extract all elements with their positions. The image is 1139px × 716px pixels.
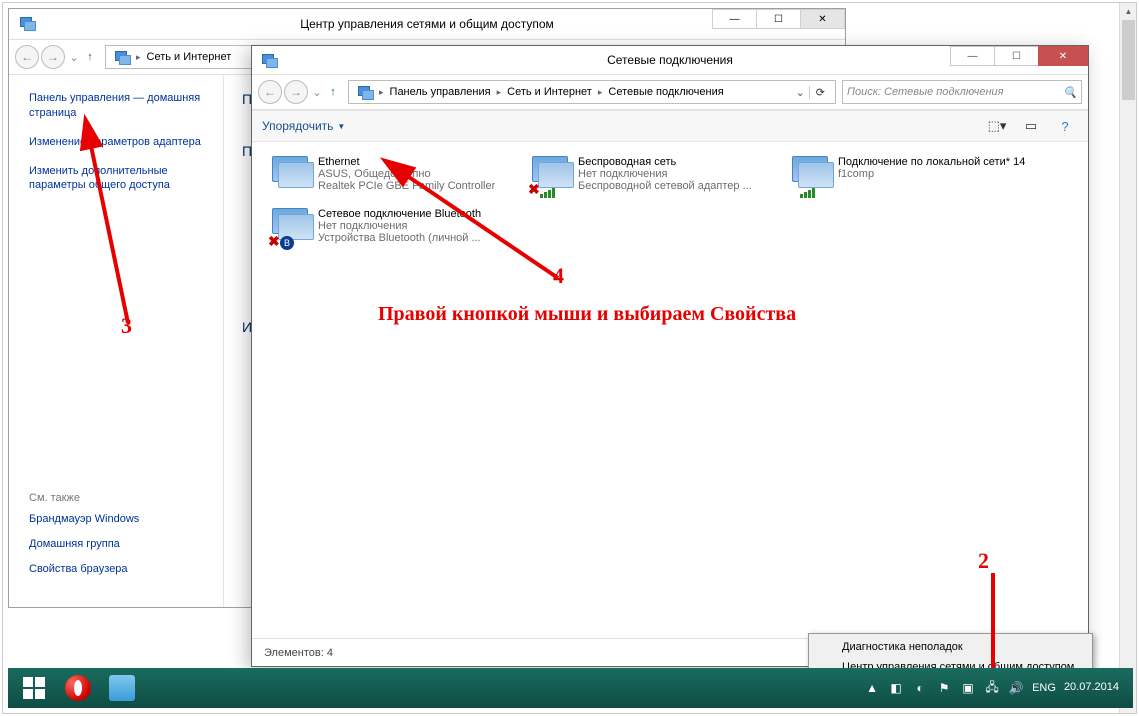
connections-area: Ethernet ASUS, Общедоступно Realtek PCIe… <box>252 142 1088 262</box>
minimize-button[interactable]: — <box>712 9 757 29</box>
breadcrumb-segment[interactable]: Сеть и Интернет <box>143 51 236 63</box>
tray-date: 20.07.2014 <box>1064 681 1119 694</box>
scroll-up-icon[interactable]: ▲ <box>1120 3 1137 20</box>
app-icon <box>109 675 135 701</box>
sidebar-adapter-settings[interactable]: Изменение параметров адаптера <box>29 135 213 150</box>
chevron-down-icon: ▼ <box>337 122 345 131</box>
breadcrumb-icon <box>114 49 130 65</box>
chevron-right-icon: ▸ <box>134 52 143 63</box>
tray-volume-icon[interactable]: 🔊 <box>1008 680 1024 696</box>
tray-clock[interactable]: 20.07.2014 <box>1064 681 1119 694</box>
connection-lan14[interactable]: Подключение по локальной сети* 14 f1comp <box>786 152 1036 200</box>
tray-network-icon[interactable]: 🖧 <box>984 680 1000 696</box>
search-input[interactable]: Поиск: Сетевые подключения 🔍 <box>842 80 1082 104</box>
close-button[interactable]: ✕ <box>800 9 845 29</box>
maximize-button[interactable]: ☐ <box>756 9 801 29</box>
disconnected-icon: ✖ <box>268 233 280 250</box>
wifi-icon: ✖ <box>530 156 570 196</box>
search-icon: 🔍 <box>1063 86 1077 99</box>
chevron-right-icon: ▸ <box>596 87 605 98</box>
opera-icon <box>65 675 91 701</box>
start-button[interactable] <box>14 672 54 704</box>
connection-status: Нет подключения <box>578 168 752 180</box>
help-button[interactable]: ? <box>1052 115 1078 137</box>
connection-name: Беспроводная сеть <box>578 156 752 168</box>
item-count: Элементов: 4 <box>264 647 333 659</box>
network-center-icon <box>19 15 35 31</box>
sidebar-control-panel-home[interactable]: Панель управления — домашняя страница <box>29 91 213 121</box>
windows-logo-icon <box>23 677 45 699</box>
up-button[interactable]: ↑ <box>81 51 99 63</box>
ethernet-icon <box>270 156 310 196</box>
network-connections-icon <box>261 52 277 68</box>
taskbar: ▲ ◧ ◐ ⚑ ▣ 🖧 🔊 ENG 20.07.2014 <box>8 668 1133 708</box>
back-button[interactable]: ← <box>258 80 282 104</box>
search-placeholder: Поиск: Сетевые подключения <box>847 86 1004 98</box>
taskbar-opera[interactable] <box>58 672 98 704</box>
page-scrollbar[interactable]: ▲ ▼ <box>1119 3 1136 713</box>
system-tray: ▲ ◧ ◐ ⚑ ▣ 🖧 🔊 ENG 20.07.2014 <box>864 680 1127 696</box>
tray-language[interactable]: ENG <box>1032 682 1056 694</box>
connection-name: Сетевое подключение Bluetooth <box>318 208 481 220</box>
recent-dropdown-icon[interactable]: ⌄ <box>67 51 81 64</box>
taskbar-app[interactable] <box>102 672 142 704</box>
connection-ethernet[interactable]: Ethernet ASUS, Общедоступно Realtek PCIe… <box>266 152 516 200</box>
win1-titlebar[interactable]: Центр управления сетями и общим доступом… <box>9 9 845 39</box>
organize-menu[interactable]: Упорядочить ▼ <box>262 119 345 133</box>
chevron-right-icon: ▸ <box>377 87 386 98</box>
sidebar-sharing-settings[interactable]: Изменить дополнительные параметры общего… <box>29 164 213 194</box>
tray-expand-icon[interactable]: ▲ <box>864 680 880 696</box>
connection-device: Realtek PCIe GBE Family Controller <box>318 180 495 192</box>
win2-titlebar[interactable]: Сетевые подключения — ☐ ✕ <box>252 46 1088 74</box>
close-button[interactable]: ✕ <box>1038 46 1088 66</box>
win1-title: Центр управления сетями и общим доступом <box>300 17 554 31</box>
sidebar-firewall[interactable]: Брандмауэр Windows <box>29 512 224 527</box>
refresh-button[interactable]: ⟳ <box>809 86 831 99</box>
bt-badge-icon: B <box>280 236 294 250</box>
win1-sidebar: Панель управления — домашняя страница Из… <box>9 75 224 607</box>
breadcrumb-segment[interactable]: Сетевые подключения <box>604 86 727 98</box>
command-bar: Упорядочить ▼ ⬚▾ ▭ ? <box>252 110 1088 142</box>
breadcrumb-segment[interactable]: Сеть и Интернет <box>503 86 596 98</box>
connection-device: Устройства Bluetooth (личной ... <box>318 232 481 244</box>
address-dropdown-icon[interactable]: ⌄ <box>792 86 809 99</box>
minimize-button[interactable]: — <box>950 46 995 66</box>
forward-button[interactable]: → <box>284 80 308 104</box>
maximize-button[interactable]: ☐ <box>994 46 1039 66</box>
disconnected-icon: ✖ <box>528 181 540 198</box>
bluetooth-icon: ✖ B <box>270 208 310 248</box>
menu-diagnose[interactable]: Диагностика неполадок <box>812 637 1089 657</box>
up-button[interactable]: ↑ <box>324 86 342 98</box>
chevron-right-icon: ▸ <box>495 87 504 98</box>
sidebar-browser-props[interactable]: Свойства браузера <box>29 562 224 577</box>
connection-status: Нет подключения <box>318 220 481 232</box>
forward-button[interactable]: → <box>41 45 65 69</box>
connection-bluetooth[interactable]: ✖ B Сетевое подключение Bluetooth Нет по… <box>266 204 516 252</box>
breadcrumb-icon <box>357 84 373 100</box>
recent-dropdown-icon[interactable]: ⌄ <box>310 86 324 99</box>
lan-icon <box>790 156 830 196</box>
see-also-header: См. также <box>29 492 224 504</box>
connection-device: f1comp <box>838 168 1025 180</box>
organize-label: Упорядочить <box>262 119 333 133</box>
preview-pane-button[interactable]: ▭ <box>1018 115 1044 137</box>
tray-app-icon[interactable]: ◐ <box>912 680 928 696</box>
back-button[interactable]: ← <box>15 45 39 69</box>
connection-wifi[interactable]: ✖ Беспроводная сеть Нет подключения Бесп… <box>526 152 776 200</box>
connection-name: Подключение по локальной сети* 14 <box>838 156 1025 168</box>
tray-security-icon[interactable]: ▣ <box>960 680 976 696</box>
win2-address-row: ← → ⌄ ↑ ▸ Панель управления ▸ Сеть и Инт… <box>252 74 1088 110</box>
connection-device: Беспроводной сетевой адаптер ... <box>578 180 752 192</box>
sidebar-homegroup[interactable]: Домашняя группа <box>29 537 224 552</box>
address-bar[interactable]: ▸ Панель управления ▸ Сеть и Интернет ▸ … <box>348 80 836 104</box>
win2-title: Сетевые подключения <box>607 53 733 67</box>
connection-name: Ethernet <box>318 156 495 168</box>
scroll-thumb[interactable] <box>1122 20 1135 100</box>
tray-app-icon[interactable]: ◧ <box>888 680 904 696</box>
view-options-button[interactable]: ⬚▾ <box>984 115 1010 137</box>
network-connections-window: Сетевые подключения — ☐ ✕ ← → ⌄ ↑ ▸ Пане… <box>251 45 1089 667</box>
connection-status: ASUS, Общедоступно <box>318 168 495 180</box>
tray-action-center-icon[interactable]: ⚑ <box>936 680 952 696</box>
breadcrumb-segment[interactable]: Панель управления <box>386 86 495 98</box>
